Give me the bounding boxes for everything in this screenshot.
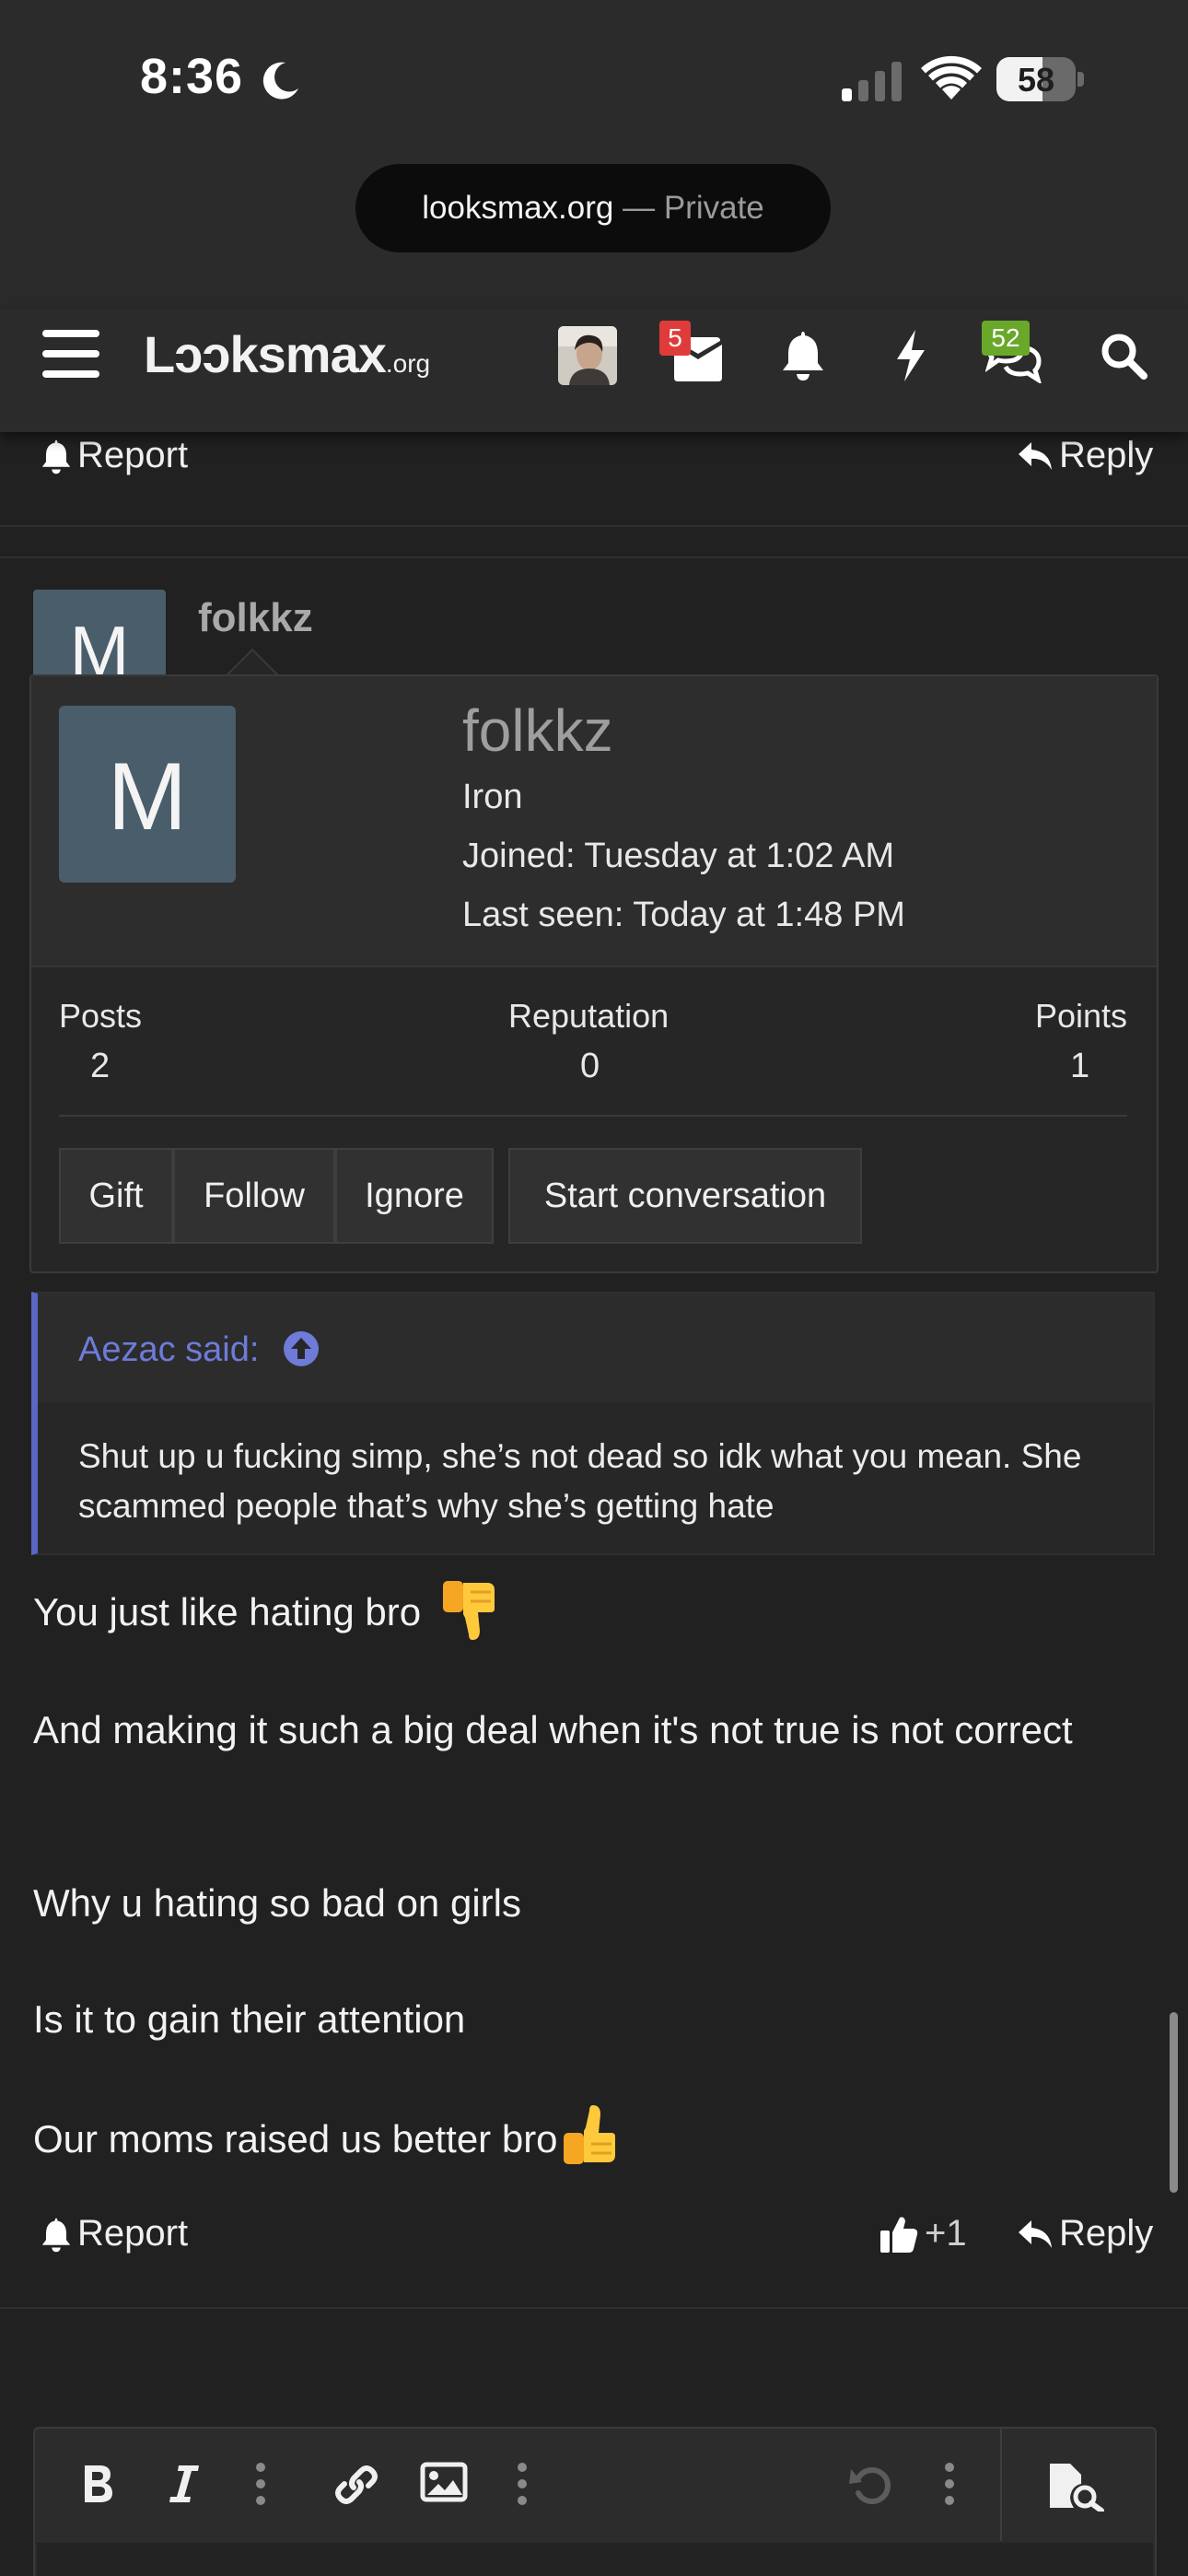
post-line: And making it such a big deal when it's … xyxy=(33,1708,1073,1751)
bell-icon xyxy=(41,439,71,474)
quote-text: Shut up u fucking simp, she’s not dead s… xyxy=(78,1437,1082,1525)
url-separator: — xyxy=(613,190,664,226)
member-last-seen: Last seen: Today at 1:48 PM xyxy=(462,896,905,934)
toolbar-separator xyxy=(1000,2429,1002,2541)
quote-header: Aezac said: xyxy=(38,1294,1153,1402)
editor-text-area[interactable] xyxy=(37,2543,1153,2576)
post-line: Is it to gain their attention xyxy=(33,1997,466,2041)
undo-icon[interactable] xyxy=(847,2462,893,2508)
stat-points-label: Points xyxy=(1035,997,1128,1035)
more-vertical-icon[interactable] xyxy=(941,2462,958,2506)
jump-to-quote-icon[interactable] xyxy=(283,1330,320,1367)
reply-button[interactable]: Reply xyxy=(1017,2213,1153,2254)
stat-posts-label: Posts xyxy=(59,997,143,1035)
preview-icon[interactable] xyxy=(1048,2462,1105,2512)
reply-button[interactable]: Reply xyxy=(1017,435,1153,476)
reply-label: Reply xyxy=(1059,2213,1154,2254)
member-avatar[interactable]: M xyxy=(59,706,236,883)
italic-icon[interactable] xyxy=(168,2462,201,2506)
reply-arrow-icon xyxy=(1019,441,1052,470)
page-scrollbar[interactable] xyxy=(1170,2012,1178,2193)
member-joined: Joined: Tuesday at 1:02 AM xyxy=(462,837,894,875)
signal-icon xyxy=(842,62,902,101)
reply-arrow-icon xyxy=(1019,2219,1052,2248)
ignore-button[interactable]: Ignore xyxy=(335,1148,494,1244)
bell-icon[interactable] xyxy=(781,328,825,381)
report-label: Report xyxy=(77,2213,189,2254)
bell-icon xyxy=(41,2218,71,2252)
start-conversation-button[interactable]: Start conversation xyxy=(508,1148,862,1244)
site-logo[interactable]: Lɔɔksmax.org xyxy=(144,324,430,384)
moon-icon xyxy=(262,62,298,100)
menu-icon[interactable] xyxy=(42,328,99,380)
post-line: Why u hating so bad on girls xyxy=(33,1881,521,1925)
quote-author[interactable]: Aezac said: xyxy=(78,1330,259,1370)
private-label: Private xyxy=(663,190,764,226)
post-line: Our moms raised us better bro xyxy=(33,2104,623,2169)
reply-label: Reply xyxy=(1059,435,1154,475)
bold-icon[interactable] xyxy=(81,2462,114,2506)
stat-reputation-value: 0 xyxy=(580,1047,600,1085)
post-line-text: You just like hating bro xyxy=(33,1590,422,1633)
battery-level: 58 xyxy=(1017,61,1055,99)
more-vertical-icon[interactable] xyxy=(514,2462,530,2506)
avatar-letter: M xyxy=(107,744,188,850)
divider xyxy=(59,1115,1127,1117)
inbox-badge: 5 xyxy=(659,321,691,356)
post-author-name[interactable]: folkkz xyxy=(198,595,313,641)
wifi-icon xyxy=(921,55,982,100)
like-count: +1 xyxy=(925,2213,967,2254)
follow-button[interactable]: Follow xyxy=(173,1148,335,1244)
stat-points-value: 1 xyxy=(1070,1047,1090,1085)
report-label: Report xyxy=(77,435,189,475)
gift-button[interactable]: Gift xyxy=(59,1148,173,1244)
divider xyxy=(0,525,1188,527)
discussions-badge: 52 xyxy=(982,321,1030,356)
divider xyxy=(0,556,1188,558)
url-host: looksmax.org xyxy=(422,190,614,226)
divider xyxy=(0,2307,1188,2309)
member-name[interactable]: folkkz xyxy=(462,697,613,765)
member-tooltip-header: M folkkz Iron Joined: Tuesday at 1:02 AM… xyxy=(31,676,1157,967)
report-button[interactable]: Report xyxy=(41,435,188,476)
stat-posts-value: 2 xyxy=(90,1047,111,1085)
user-avatar[interactable] xyxy=(558,326,617,385)
thumbs-down-emoji xyxy=(442,1580,495,1640)
report-button[interactable]: Report xyxy=(41,2213,188,2254)
thumbs-up-emoji xyxy=(563,2104,615,2164)
link-icon[interactable] xyxy=(333,2462,379,2508)
member-tooltip: M folkkz Iron Joined: Tuesday at 1:02 AM… xyxy=(29,674,1159,1273)
post-line-text: Our moms raised us better bro xyxy=(33,2117,558,2160)
post-line: You just like hating bro xyxy=(33,1580,502,1644)
status-time: 8:36 xyxy=(140,49,244,104)
logo-text: Lɔɔksmax xyxy=(144,325,387,383)
image-icon[interactable] xyxy=(420,2462,468,2502)
like-button[interactable]: +1 xyxy=(879,2213,967,2254)
bolt-icon[interactable] xyxy=(890,328,930,383)
search-icon[interactable] xyxy=(1100,332,1147,380)
logo-suffix: .org xyxy=(385,349,431,378)
address-bar[interactable]: looksmax.org — Private xyxy=(355,164,831,252)
thumbs-up-icon xyxy=(880,2217,918,2253)
more-vertical-icon[interactable] xyxy=(252,2462,269,2506)
battery-indicator: 58 xyxy=(996,57,1085,101)
member-rank: Iron xyxy=(462,778,523,816)
stat-reputation-label: Reputation xyxy=(508,997,670,1035)
quote-block: Aezac said: Shut up u fucking simp, she’… xyxy=(31,1292,1155,1555)
